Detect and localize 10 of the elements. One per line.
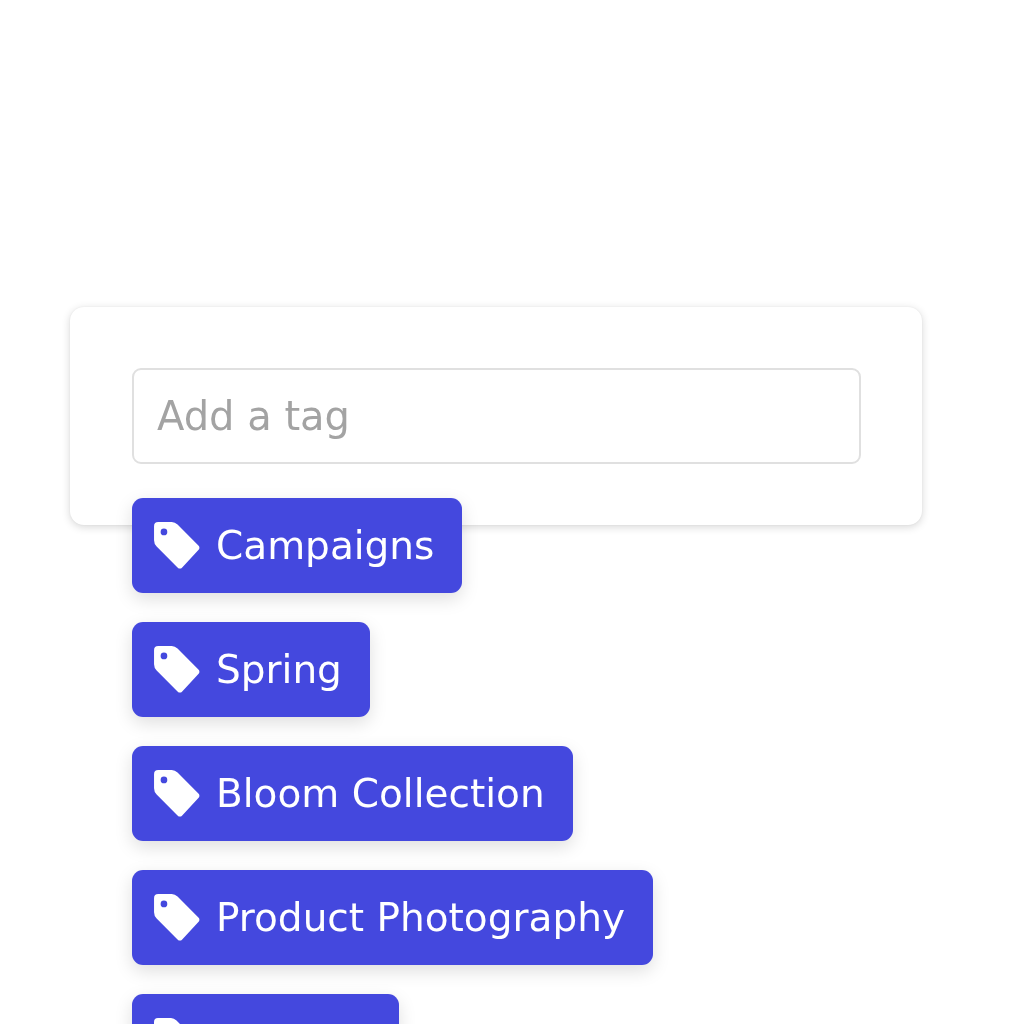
tag-chip[interactable]: Campaigns: [132, 498, 463, 593]
tag-input[interactable]: Add a tag: [132, 368, 861, 464]
tag-icon: [154, 769, 200, 818]
tag-chip[interactable]: Bloom Collection: [132, 746, 573, 841]
tag-chip[interactable]: Spring: [132, 622, 370, 717]
tag-icon: [154, 521, 200, 570]
tag-icon: [154, 1018, 181, 1024]
tag-icon: [154, 893, 200, 942]
tag-icon: [154, 645, 200, 694]
tag-chip[interactable]: Product Photography: [132, 870, 653, 965]
